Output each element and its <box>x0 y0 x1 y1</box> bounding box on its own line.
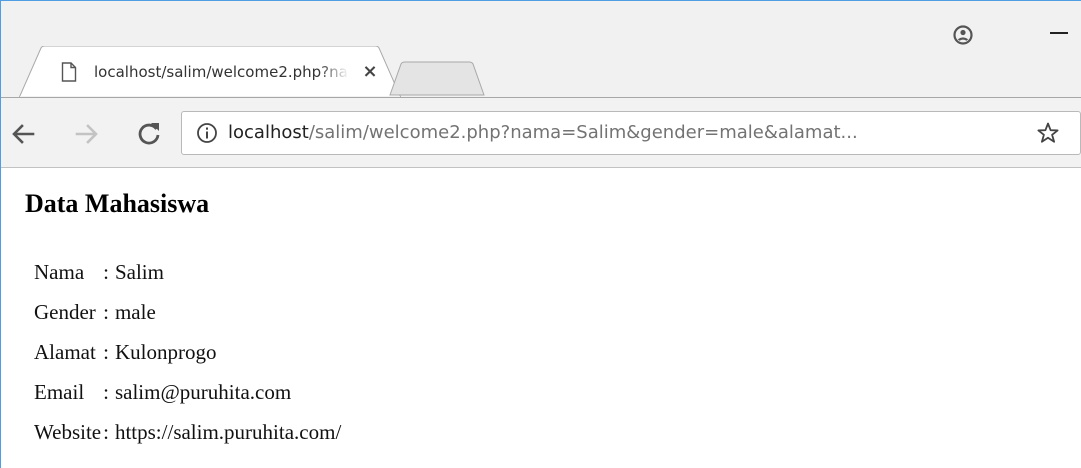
minimize-icon[interactable] <box>1048 21 1072 45</box>
info-icon[interactable] <box>196 122 218 144</box>
address-bar[interactable]: localhost/salim/welcome2.php?nama=Salim&… <box>181 111 1081 155</box>
url-text[interactable]: localhost/salim/welcome2.php?nama=Salim&… <box>228 120 1018 146</box>
table-row-gender: Gender : male <box>34 292 341 332</box>
reload-icon[interactable] <box>133 118 165 150</box>
arrow-left-icon[interactable] <box>7 118 39 150</box>
account-icon[interactable] <box>953 25 973 45</box>
field-value: salim@puruhita.com <box>114 380 292 404</box>
browser-window: localhost/salim/welcome2.php?nama=Salim&… <box>0 0 1081 468</box>
arrow-right-icon[interactable] <box>71 118 103 150</box>
field-label: Gender <box>34 300 96 324</box>
page-title: Data Mahasiswa <box>25 189 210 218</box>
new-tab-button[interactable] <box>389 61 485 96</box>
student-data-table: Nama : Salim Gender : male Alamat : Kulo… <box>34 252 341 452</box>
tab-title: localhost/salim/welcome2.php?nama=Salim&… <box>94 63 349 81</box>
url-path: /salim/welcome2.php?nama=Salim&gender=ma… <box>308 122 858 143</box>
url-host: localhost <box>228 122 309 143</box>
field-value: Kulonprogo <box>114 340 217 364</box>
field-separator: : <box>103 420 109 444</box>
field-label: Alamat <box>34 340 96 364</box>
tab-strip: localhost/salim/welcome2.php?nama=Salim&… <box>1 1 1081 98</box>
field-separator: : <box>103 260 109 284</box>
field-label: Email <box>34 380 85 404</box>
table-row-website: Website : https://salim.puruhita.com/ <box>34 412 341 452</box>
page-icon <box>61 62 77 82</box>
table-row-alamat: Alamat : Kulonprogo <box>34 332 341 372</box>
browser-tab[interactable]: localhost/salim/welcome2.php?nama=Salim&… <box>19 46 401 98</box>
star-icon[interactable] <box>1036 121 1060 145</box>
table-row-nama: Nama : Salim <box>34 252 341 292</box>
field-label: Website <box>34 420 102 444</box>
table-row-email: Email : salim@puruhita.com <box>34 372 341 412</box>
field-label: Nama <box>34 260 85 284</box>
field-value: male <box>114 300 156 324</box>
field-value: https://salim.puruhita.com/ <box>114 420 342 444</box>
tab-close-button[interactable]: × <box>359 61 381 83</box>
field-value: Salim <box>114 260 164 284</box>
field-separator: : <box>103 380 109 404</box>
field-separator: : <box>103 300 109 324</box>
page-content: Data Mahasiswa Nama : Salim Gender : mal… <box>1 168 1081 468</box>
field-separator: : <box>103 340 109 364</box>
